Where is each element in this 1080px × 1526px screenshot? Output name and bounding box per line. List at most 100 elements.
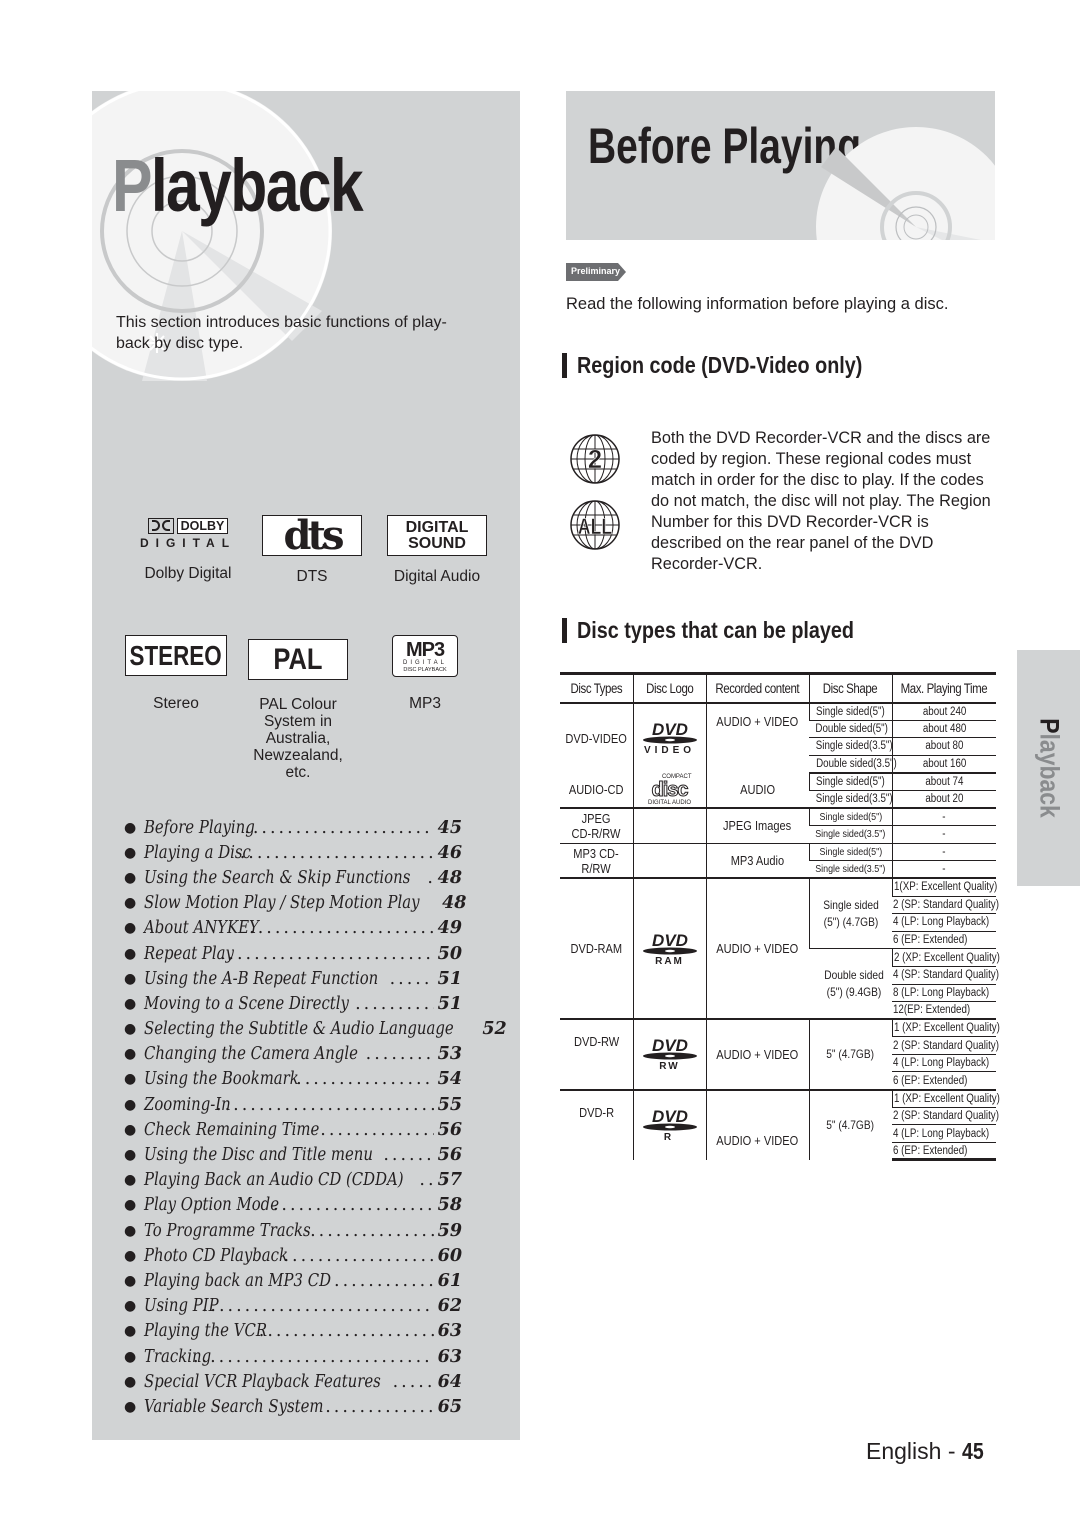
logo-dolby-digital: DOLBY DIGITAL Dolby Digital	[128, 511, 248, 582]
recorded-content-cell: MP3 Audio	[705, 843, 809, 880]
dvd-icon: DVD	[642, 1107, 697, 1131]
toc-item-page: 49	[437, 918, 462, 939]
toc-leader-dots: ........................................…	[283, 1245, 433, 1266]
toc-item[interactable]: ● Variable Search System.................…	[122, 1394, 462, 1419]
bullet-icon: ●	[124, 1348, 137, 1365]
toc-item-page: 61	[437, 1270, 462, 1291]
toc-item-label: Using the Bookmark	[144, 1069, 299, 1090]
toc-item-page: 56	[437, 1145, 462, 1166]
toc-item[interactable]: ● Playing Back an Audio CD (CDDA)........…	[122, 1168, 462, 1193]
toc-item-label: Repeat Play	[144, 943, 234, 964]
toc-item-page: 65	[437, 1396, 462, 1417]
toc-item[interactable]: ● Playing a Disc.........................…	[122, 840, 462, 865]
table-of-contents: ● Before Playing.........................…	[122, 815, 507, 1420]
bullet-icon: ●	[124, 895, 137, 912]
toc-item-page: 52	[482, 1019, 507, 1040]
bullet-icon: ●	[124, 945, 137, 962]
dvd-ram-logo-icon: DVD RAM	[634, 931, 706, 967]
table-row: AUDIO-CD COMPACT disc DIGITAL AUDIO AUDI…	[560, 772, 996, 810]
toc-item[interactable]: ● Using the A-B Repeat Function..........…	[122, 966, 462, 991]
toc-leader-dots: ........................................…	[201, 1296, 434, 1317]
svg-text:DVD: DVD	[652, 720, 688, 739]
bullet-icon: ●	[124, 1197, 137, 1214]
chapter-side-tab[interactable]: Playback	[1017, 650, 1080, 886]
toc-item[interactable]: ● About ANYKEY...........................…	[122, 916, 462, 941]
bullet-icon: ●	[124, 995, 137, 1012]
toc-item-page: 48	[437, 867, 462, 888]
toc-item[interactable]: ● Playing back an MP3 CD.................…	[122, 1268, 462, 1293]
bullet-icon: ●	[124, 970, 137, 987]
toc-item[interactable]: ● Zooming-In.............................…	[122, 1092, 462, 1117]
table-row: DVD-R DVD R AUDIO + VIDEO 5" (4.7GB) 1 (…	[560, 1089, 999, 1160]
toc-item-page: 56	[437, 1119, 462, 1140]
toc-item-label: Moving to a Scene Directly	[144, 993, 349, 1014]
toc-leader-dots: ........................................…	[249, 918, 434, 939]
toc-item[interactable]: ● Changing the Camera Angle..............…	[122, 1042, 462, 1067]
dts-icon: dts	[262, 515, 362, 556]
toc-item[interactable]: ● Tracking...............................…	[122, 1344, 462, 1369]
toc-item[interactable]: ● Special VCR Playback Features..........…	[122, 1369, 462, 1394]
preliminary-badge: Preliminary	[566, 263, 626, 281]
toc-item[interactable]: ● Using the Bookmark.....................…	[122, 1067, 462, 1092]
toc-item[interactable]: ● Play Option Mode.......................…	[122, 1193, 462, 1218]
logo-dts: dts DTS	[262, 515, 362, 585]
dvd-video-logo-icon: DVD VIDEO	[634, 720, 706, 756]
disc-type-cell: DVD-RAM	[560, 878, 633, 1021]
toc-item[interactable]: ● Repeat Play............................…	[122, 941, 462, 966]
toc-item[interactable]: ● Using the Disc and Title menu..........…	[122, 1142, 462, 1167]
recording-mode-cell: 12(EP: Extended)	[892, 1001, 996, 1021]
svg-text:DVD: DVD	[652, 931, 688, 950]
disc-logo-cell: DVD RAM	[632, 878, 706, 1021]
region-2-globe-icon: 2	[570, 434, 620, 484]
toc-leader-dots: ........................................…	[419, 1170, 433, 1191]
region-code-heading: Region code (DVD-Video only)	[562, 352, 909, 379]
toc-item[interactable]: ● To Programme Tracks....................…	[122, 1218, 462, 1243]
disc-type-cell: AUDIO-CD	[560, 772, 633, 810]
logo-label: Dolby Digital	[144, 565, 232, 582]
section-header-band: Before Playing	[566, 91, 995, 240]
toc-item-label: Before Playing	[144, 817, 255, 838]
logo-label: DTS	[296, 568, 328, 585]
toc-item[interactable]: ● Playing the VCR........................…	[122, 1319, 462, 1344]
disc-shape-cell: Single sided (5") (4.7GB)	[808, 878, 892, 950]
toc-item-label: Slow Motion Play / Step Motion Play	[144, 893, 420, 914]
toc-leader-dots: ........................................…	[310, 1220, 434, 1241]
bullet-icon: ●	[124, 1272, 137, 1289]
bullet-icon: ●	[124, 1046, 137, 1063]
toc-leader-dots: ........................................…	[320, 1119, 433, 1140]
disc-shape-cell: Single sided(5")	[808, 808, 892, 827]
playing-time-cell: about 80	[891, 737, 996, 756]
logo-label: MP3	[409, 695, 441, 712]
toc-item[interactable]: ● Check Remaining Time...................…	[122, 1117, 462, 1142]
toc-item[interactable]: ● Using PIP..............................…	[122, 1294, 462, 1319]
chapter-panel: Playback This section introduces basic f…	[92, 91, 520, 1440]
recorded-content-cell: JPEG Images	[705, 808, 809, 844]
toc-leader-dots: ........................................…	[383, 1145, 433, 1166]
playing-time-cell: -	[891, 843, 996, 862]
toc-item-page: 46	[437, 842, 462, 863]
disc-shape-cell: 5" (4.7GB)	[808, 1089, 892, 1160]
toc-item[interactable]: ●Slow Motion Play / Step Motion Play....…	[122, 891, 466, 916]
toc-item[interactable]: ● Moving to a Scene Directly.............…	[122, 991, 462, 1016]
toc-leader-dots: ........................................…	[192, 1346, 434, 1367]
disc-types-heading: Disc types that can be played	[562, 617, 899, 644]
toc-item-label: Zooming-In	[144, 1094, 231, 1115]
toc-item-label: Photo CD Playback	[144, 1245, 289, 1266]
disc-logo-cell: DVD RW	[632, 1019, 706, 1091]
footer-separator: -	[947, 1438, 956, 1464]
recording-mode-cell: 2 (SP: Standard Quality)	[892, 1036, 999, 1055]
logo-label: Digital Audio	[393, 568, 481, 585]
toc-item[interactable]: ●Using the Search & Skip Functions......…	[122, 865, 462, 890]
bullet-icon: ●	[124, 1172, 137, 1189]
toc-item-label: Selecting the Subtitle & Audio Language	[144, 1019, 454, 1040]
toc-item[interactable]: ● Before Playing.........................…	[122, 815, 462, 840]
toc-leader-dots: ........................................…	[389, 968, 434, 989]
bullet-icon: ●	[124, 1147, 137, 1164]
column-header: Disc Shape	[808, 672, 892, 704]
toc-item[interactable]: ● Photo CD Playback......................…	[122, 1243, 462, 1268]
toc-leader-dots: ........................................…	[219, 943, 434, 964]
compact-disc-logo-icon: COMPACT disc DIGITAL AUDIO	[647, 773, 692, 806]
svg-text:DVD: DVD	[652, 1107, 688, 1126]
toc-item[interactable]: ● Selecting the Subtitle & Audio Language…	[122, 1017, 507, 1042]
chapter-title: Playback	[112, 144, 364, 227]
